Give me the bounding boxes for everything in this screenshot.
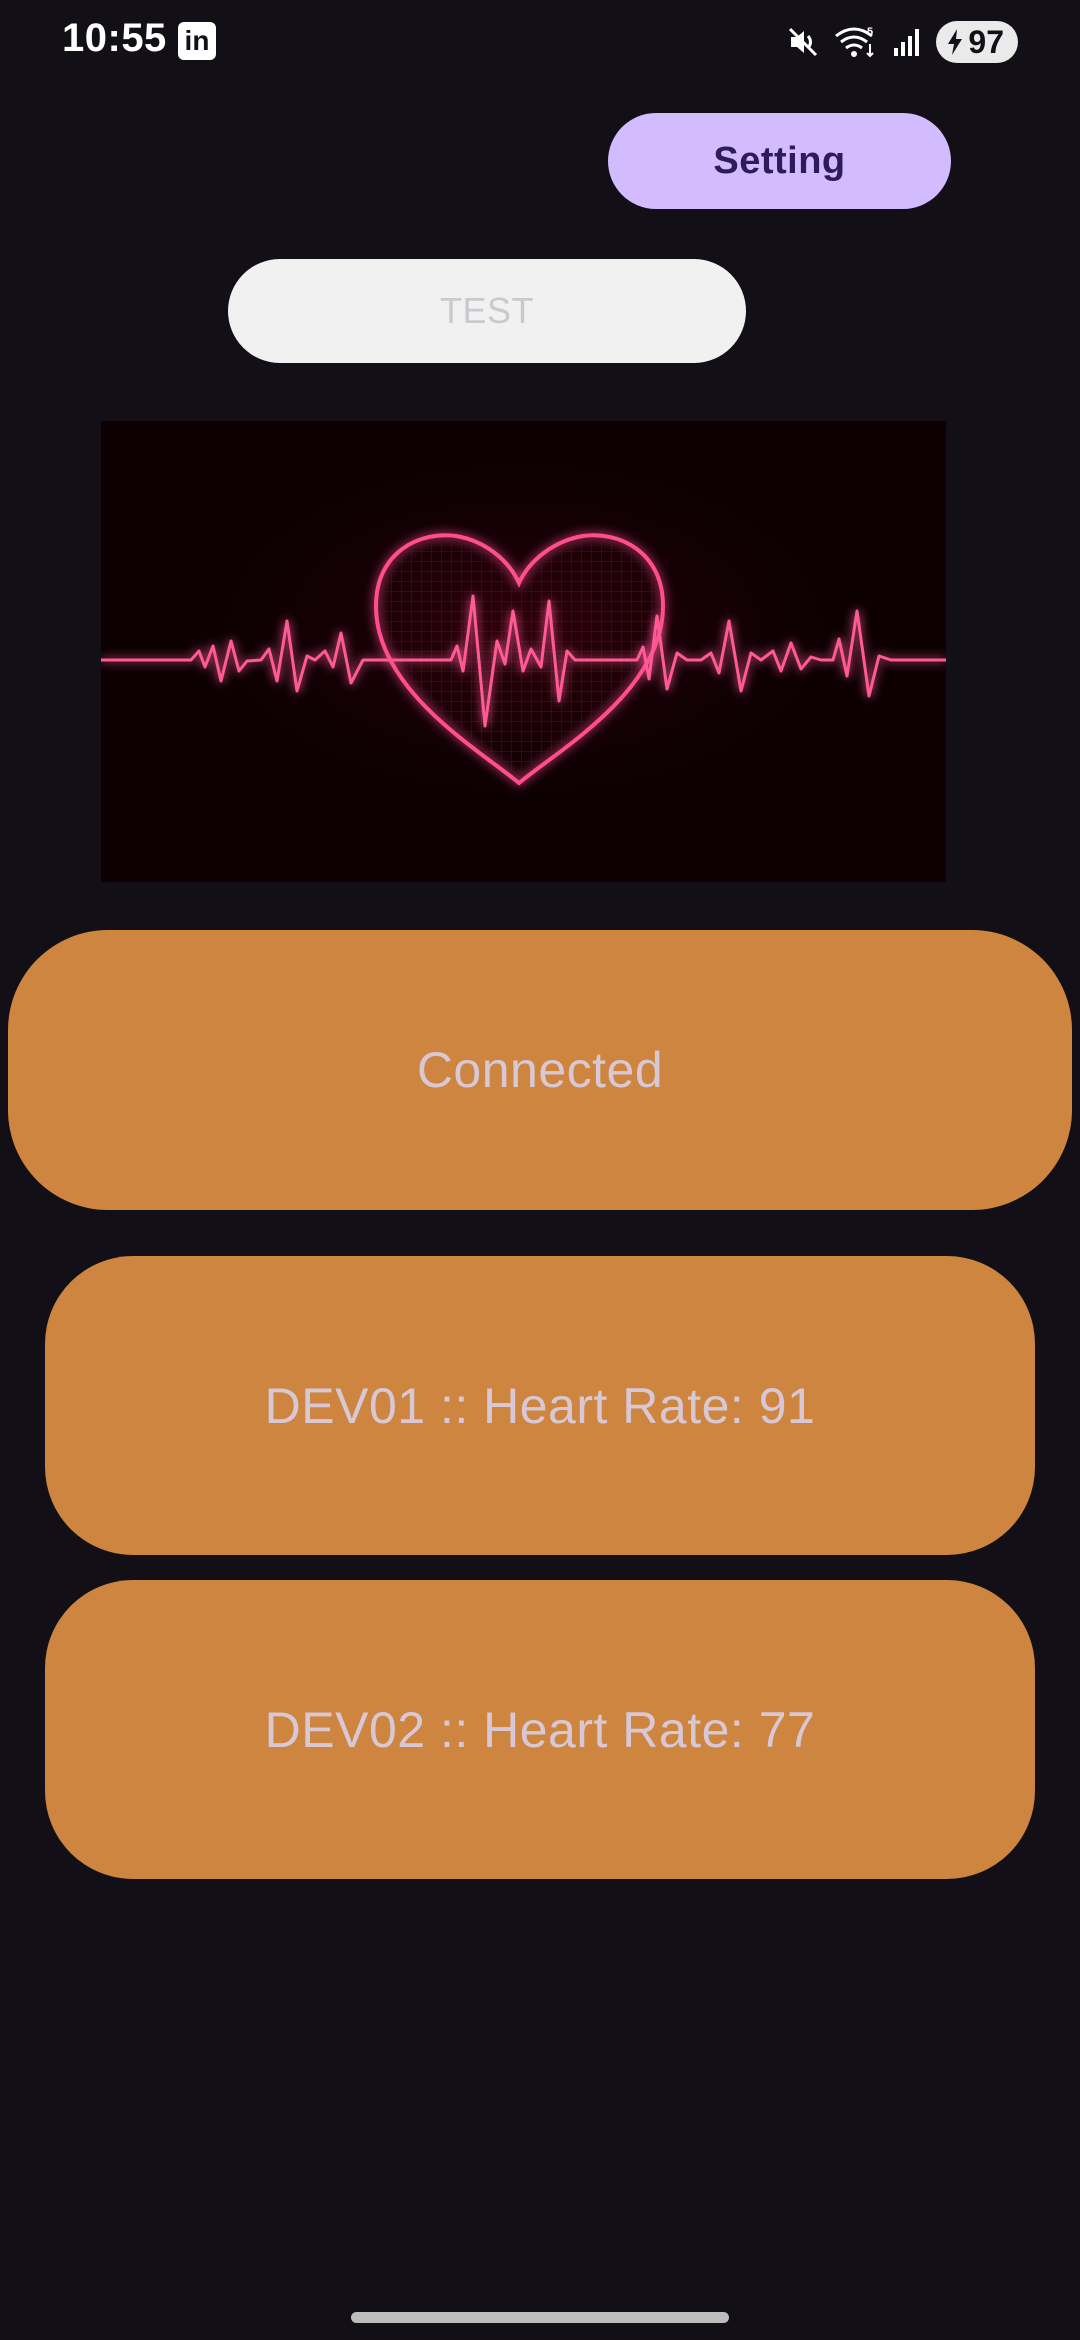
svg-text:5: 5 <box>867 26 873 38</box>
setting-button[interactable]: Setting <box>608 113 951 209</box>
status-bar: 10:55 in 5 97 <box>0 0 1080 84</box>
device-heart-rate-text: DEV01 :: Heart Rate: 91 <box>264 1377 816 1434</box>
linkedin-icon: in <box>178 22 216 60</box>
wifi-5-icon: 5 <box>834 24 878 60</box>
cellular-signal-icon <box>892 26 922 58</box>
device-card-dev01[interactable]: DEV01 :: Heart Rate: 91 <box>45 1256 1035 1555</box>
heart-ecg-icon <box>101 421 946 882</box>
battery-indicator: 97 <box>936 21 1018 63</box>
connection-status-text: Connected <box>416 1042 664 1098</box>
device-card-dev02[interactable]: DEV02 :: Heart Rate: 77 <box>45 1580 1035 1879</box>
home-indicator[interactable] <box>351 2312 729 2323</box>
status-time: 10:55 <box>62 16 167 60</box>
mute-icon <box>786 25 820 59</box>
device-heart-rate-text: DEV02 :: Heart Rate: 77 <box>264 1701 816 1758</box>
connection-status-card[interactable]: Connected <box>8 930 1072 1210</box>
test-button[interactable]: TEST <box>228 259 746 363</box>
charging-bolt-icon <box>946 28 964 56</box>
heart-ecg-image <box>101 421 946 882</box>
status-icons: 5 97 <box>786 20 1018 64</box>
battery-level: 97 <box>968 23 1004 60</box>
